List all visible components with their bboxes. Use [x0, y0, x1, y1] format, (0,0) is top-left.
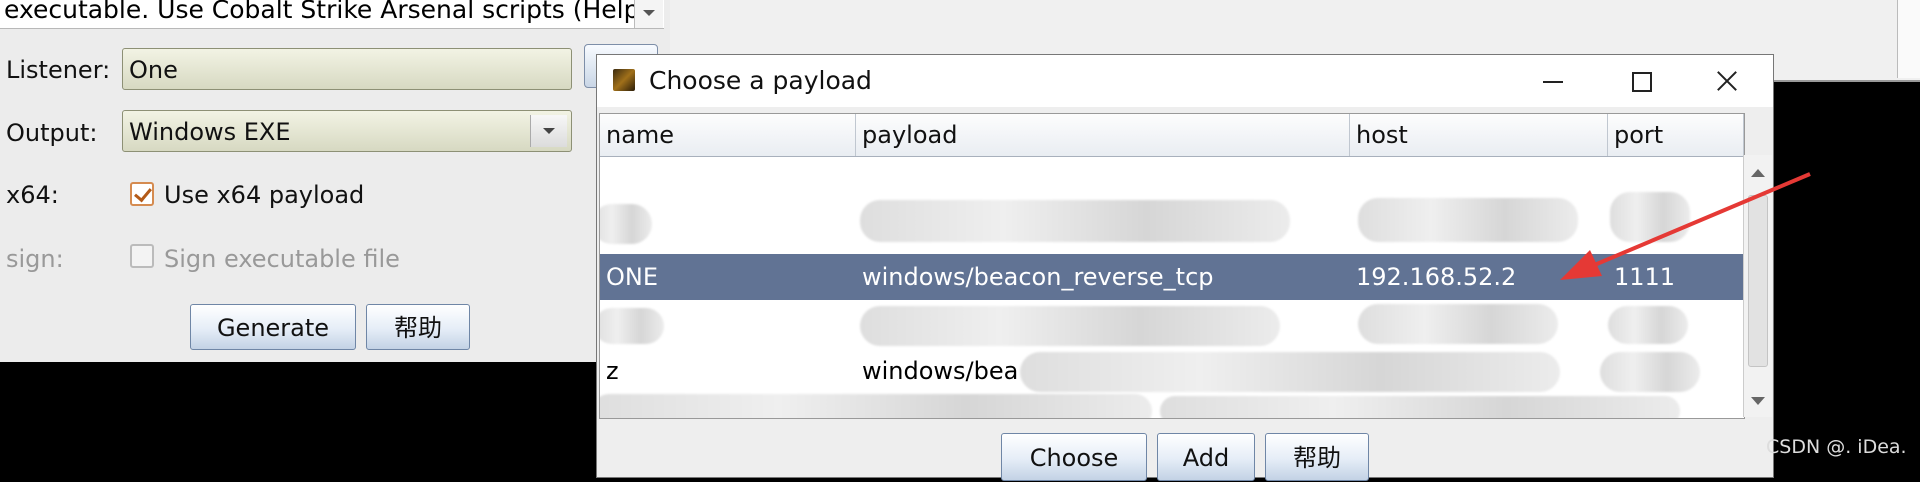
annotation-arrow-line — [1591, 172, 1811, 268]
annotation-arrow — [1560, 172, 1811, 280]
annotation-arrow-head — [1560, 250, 1602, 280]
watermark-text: CSDN @. iDea. — [1766, 436, 1907, 458]
